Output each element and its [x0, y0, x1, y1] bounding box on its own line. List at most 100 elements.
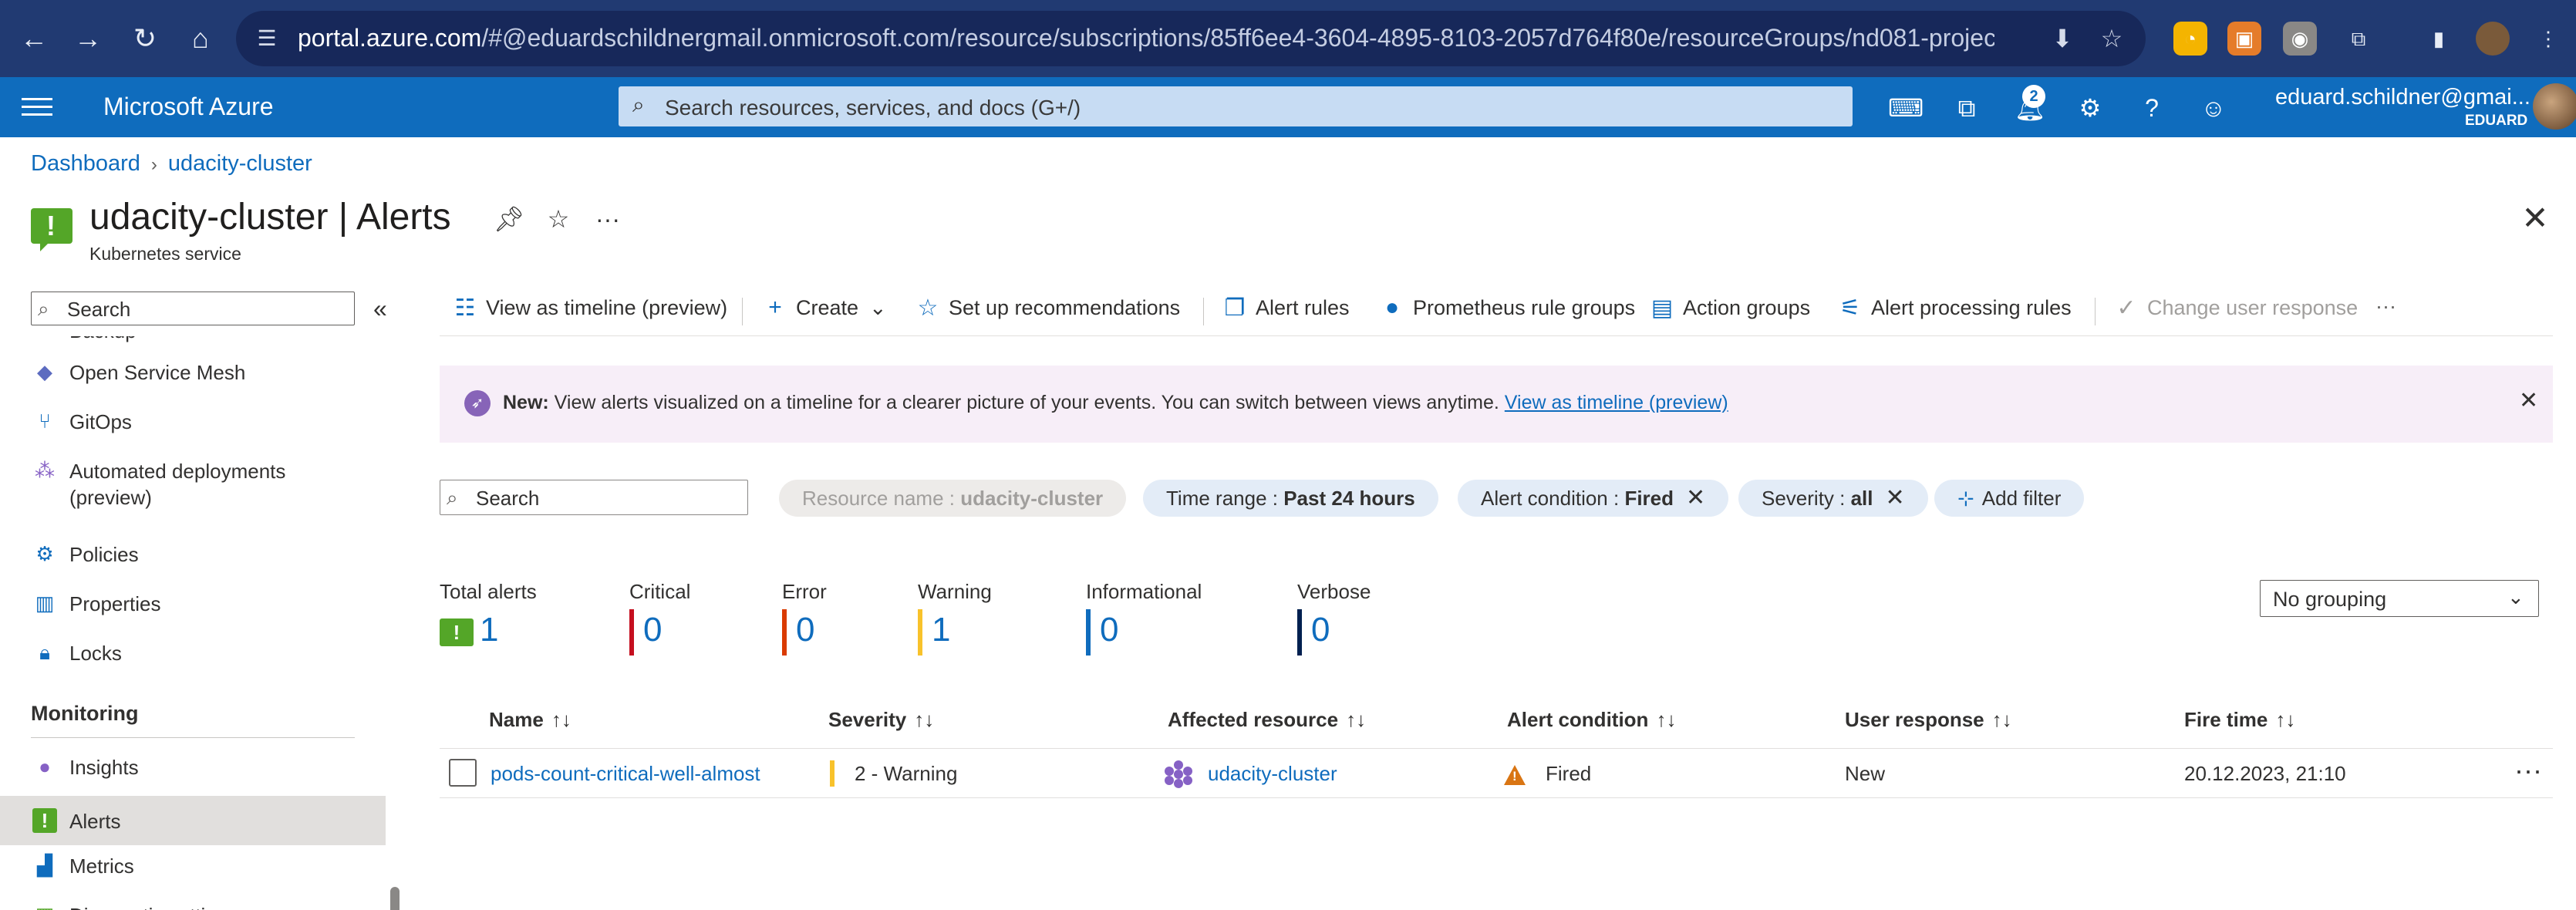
collapse-sidebar-icon[interactable]: « [373, 295, 387, 323]
account-email[interactable]: eduard.schildner@gmai... [2275, 85, 2530, 110]
banner-text: New: View alerts visualized on a timelin… [503, 392, 1728, 413]
side-panel-icon[interactable]: ▮ [2422, 22, 2456, 56]
view-timeline-button[interactable]: ☷ View as timeline (preview) [450, 295, 728, 329]
extension-icon[interactable]: ◔ [2173, 22, 2207, 56]
sidebar-item-backup[interactable]: Backup [0, 336, 386, 347]
forward-arrow-icon[interactable]: → [66, 17, 110, 60]
sort-icon[interactable]: ↑↓ [551, 708, 572, 731]
profile-avatar-icon[interactable] [2476, 22, 2510, 56]
sidebar-item-properties[interactable]: ▥ Properties [0, 583, 386, 623]
summary-verbose[interactable]: Verbose 0 [1297, 580, 1398, 665]
sidebar-item-policies[interactable]: ⚙ Policies [0, 534, 386, 574]
sort-icon[interactable]: ↑↓ [1992, 708, 2012, 731]
sidebar-item-locks[interactable]: 🔒︎ Locks [0, 632, 386, 672]
row-checkbox[interactable] [449, 759, 477, 787]
column-header-affected-resource[interactable]: Affected resource ↑↓ [1168, 708, 1366, 732]
sidebar-item-open-service-mesh[interactable]: ◆ Open Service Mesh [0, 352, 386, 392]
sidebar-item-insights[interactable]: ● Insights [0, 747, 386, 787]
back-arrow-icon[interactable]: ← [12, 17, 56, 60]
avatar[interactable] [2533, 83, 2576, 130]
summary-error[interactable]: Error 0 [782, 580, 875, 665]
row-more-icon[interactable]: ··· [2514, 754, 2542, 787]
sidebar-item-gitops[interactable]: ⑂ GitOps [0, 401, 386, 441]
banner-timeline-link[interactable]: View as timeline (preview) [1505, 392, 1728, 413]
severity-bar-verbose [1297, 609, 1302, 656]
sort-icon[interactable]: ↑↓ [1346, 708, 1366, 731]
sort-icon[interactable]: ↑↓ [914, 708, 934, 731]
global-search-input[interactable]: ⌕ Search resources, services, and docs (… [619, 86, 1853, 126]
pin-icon[interactable]: 📌︎ [492, 202, 526, 236]
toolbar-more-icon[interactable]: ··· [2375, 295, 2396, 329]
alert-condition-value: Fired [1546, 762, 1592, 785]
column-header-user-response[interactable]: User response ↑↓ [1845, 708, 2012, 732]
grouping-dropdown[interactable]: No grouping ⌄ [2260, 580, 2539, 617]
setup-recommendations-button[interactable]: ☆ Set up recommendations [913, 295, 1181, 329]
breadcrumb-dashboard[interactable]: Dashboard [31, 151, 140, 176]
site-settings-icon[interactable]: ☰ [253, 25, 281, 52]
summary-total[interactable]: Total alerts ! 1 [440, 580, 578, 665]
sidebar-item-diagnostic-settings[interactable]: ▦ Diagnostic settings [0, 895, 386, 910]
breadcrumb-cluster[interactable]: udacity-cluster [168, 151, 312, 176]
summary-critical[interactable]: Critical 0 [629, 580, 745, 665]
create-button[interactable]: + Create ⌄ [760, 295, 886, 329]
more-options-icon[interactable]: ··· [591, 202, 625, 236]
warning-icon [1504, 765, 1526, 785]
account-name[interactable]: EDUARD [2465, 113, 2527, 130]
close-icon[interactable]: ✕ [2519, 387, 2538, 414]
address-bar[interactable]: ☰ portal.azure.com/#@eduardschildnergmai… [236, 11, 2146, 66]
column-header-severity[interactable]: Severity ↑↓ [828, 708, 934, 732]
add-filter-button[interactable]: ⊹ Add filter [1934, 480, 2085, 517]
alert-name-link[interactable]: pods-count-critical-well-almost [491, 762, 760, 786]
sidebar-item-metrics[interactable]: ▟ Metrics [0, 845, 386, 885]
portal-menu-icon[interactable] [22, 93, 52, 120]
alert-processing-rules-button[interactable]: ⚟ Alert processing rules [1836, 295, 2072, 329]
scrollbar-thumb[interactable] [390, 887, 400, 910]
close-icon[interactable]: ✕ [2516, 199, 2554, 238]
prometheus-rule-groups-button[interactable]: ● Prometheus rule groups [1377, 295, 1635, 329]
time-range-filter[interactable]: Time range : Past 24 hours [1143, 480, 1438, 517]
divider [31, 737, 355, 738]
browser-menu-icon[interactable]: ⋮ [2531, 22, 2565, 56]
settings-gear-icon[interactable]: ⚙ [2073, 91, 2107, 125]
reload-icon[interactable]: ↻ [123, 17, 167, 60]
sidebar-item-alerts[interactable]: ! Alerts [0, 796, 386, 845]
cloud-shell-icon[interactable]: ⌨ [1888, 91, 1924, 125]
close-icon[interactable]: ✕ [1886, 485, 1905, 511]
feedback-icon[interactable]: ☺ [2197, 91, 2230, 125]
help-icon[interactable]: ? [2135, 91, 2169, 125]
severity-indicator [830, 760, 835, 787]
close-icon[interactable]: ✕ [1686, 485, 1705, 511]
column-header-alert-condition[interactable]: Alert condition ↑↓ [1507, 708, 1676, 732]
sidebar-scrollbar[interactable] [387, 338, 403, 910]
bookmark-star-icon[interactable]: ☆ [2096, 23, 2127, 54]
sort-icon[interactable]: ↑↓ [1656, 708, 1676, 731]
summary-informational[interactable]: Informational 0 [1086, 580, 1240, 665]
severity-filter[interactable]: Severity : all ✕ [1738, 480, 1928, 517]
url-text[interactable]: portal.azure.com/#@eduardschildnergmail.… [298, 24, 1994, 52]
column-header-fire-time[interactable]: Fire time ↑↓ [2184, 708, 2295, 732]
extensions-puzzle-icon[interactable]: ⧉ [2342, 22, 2375, 56]
extension-icon[interactable]: ▣ [2227, 22, 2261, 56]
alerts-search-input[interactable]: ⌕ Search [440, 480, 748, 515]
severity-bar-error [782, 609, 787, 656]
install-app-icon[interactable]: ⬇ [2047, 23, 2078, 54]
summary-warning[interactable]: Warning 1 [918, 580, 1026, 665]
change-user-response-button[interactable]: ✓ Change user response [2112, 295, 2358, 329]
sort-icon[interactable]: ↑↓ [2275, 708, 2295, 731]
sidebar-item-automated-deployments[interactable]: ⁂ Automated deployments (preview) [0, 450, 386, 512]
affected-resource-link[interactable]: udacity-cluster [1208, 762, 1337, 786]
checkmark-icon: ✓ [2116, 295, 2136, 321]
sidebar-search-input[interactable]: ⌕ Search [31, 292, 355, 325]
notification-count-badge: 2 [2022, 85, 2045, 108]
timeline-icon: ☷ [454, 295, 476, 321]
divider [1203, 298, 1204, 325]
camera-extension-icon[interactable]: ◉ [2283, 22, 2317, 56]
azure-brand[interactable]: Microsoft Azure [103, 93, 274, 121]
directory-filter-icon[interactable]: ⧉ [1950, 91, 1984, 125]
alert-condition-filter[interactable]: Alert condition : Fired ✕ [1458, 480, 1729, 517]
favorite-star-icon[interactable]: ☆ [541, 202, 575, 236]
column-header-name[interactable]: Name ↑↓ [489, 708, 572, 732]
action-groups-button[interactable]: ▤ Action groups [1647, 295, 1810, 329]
home-icon[interactable]: ⌂ [179, 17, 222, 60]
alert-rules-button[interactable]: ❐ Alert rules [1220, 295, 1350, 329]
